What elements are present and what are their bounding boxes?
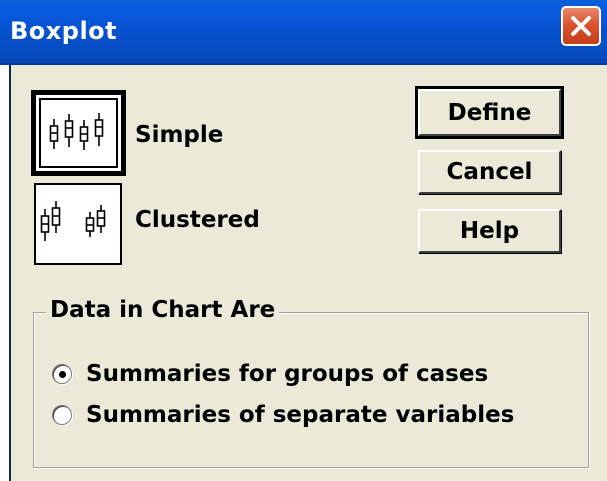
define-button[interactable]: Define <box>415 86 564 139</box>
data-in-chart-groupbox: Data in Chart Are Summaries for groups o… <box>33 297 589 468</box>
help-button[interactable]: Help <box>418 209 561 253</box>
radio-label-variables[interactable]: Summaries of separate variables <box>86 402 514 428</box>
groupbox-title: Data in Chart Are <box>46 297 280 323</box>
radio-label-groups[interactable]: Summaries for groups of cases <box>86 361 488 387</box>
radio-button-selected[interactable] <box>52 364 72 384</box>
close-icon <box>571 16 591 36</box>
title-bar[interactable]: Boxplot <box>0 0 607 65</box>
boxplot-dialog: Boxplot Simple Clustered Define Cancel H… <box>0 0 607 481</box>
radio-separate-variables[interactable]: Summaries of separate variables <box>52 402 514 428</box>
dialog-content: Simple Clustered Define Cancel Help Data… <box>11 65 607 481</box>
clustered-chart-option[interactable] <box>34 183 122 265</box>
simple-chart-option[interactable] <box>31 90 126 176</box>
radio-button[interactable] <box>52 405 72 425</box>
clustered-boxplot-icon <box>40 201 106 241</box>
close-button[interactable] <box>561 6 601 46</box>
simple-boxplot-icon <box>49 113 104 150</box>
radio-groups-of-cases[interactable]: Summaries for groups of cases <box>52 361 488 387</box>
simple-label[interactable]: Simple <box>135 122 223 148</box>
window-title: Boxplot <box>10 17 118 45</box>
cancel-button[interactable]: Cancel <box>418 150 561 194</box>
clustered-label[interactable]: Clustered <box>135 207 260 233</box>
